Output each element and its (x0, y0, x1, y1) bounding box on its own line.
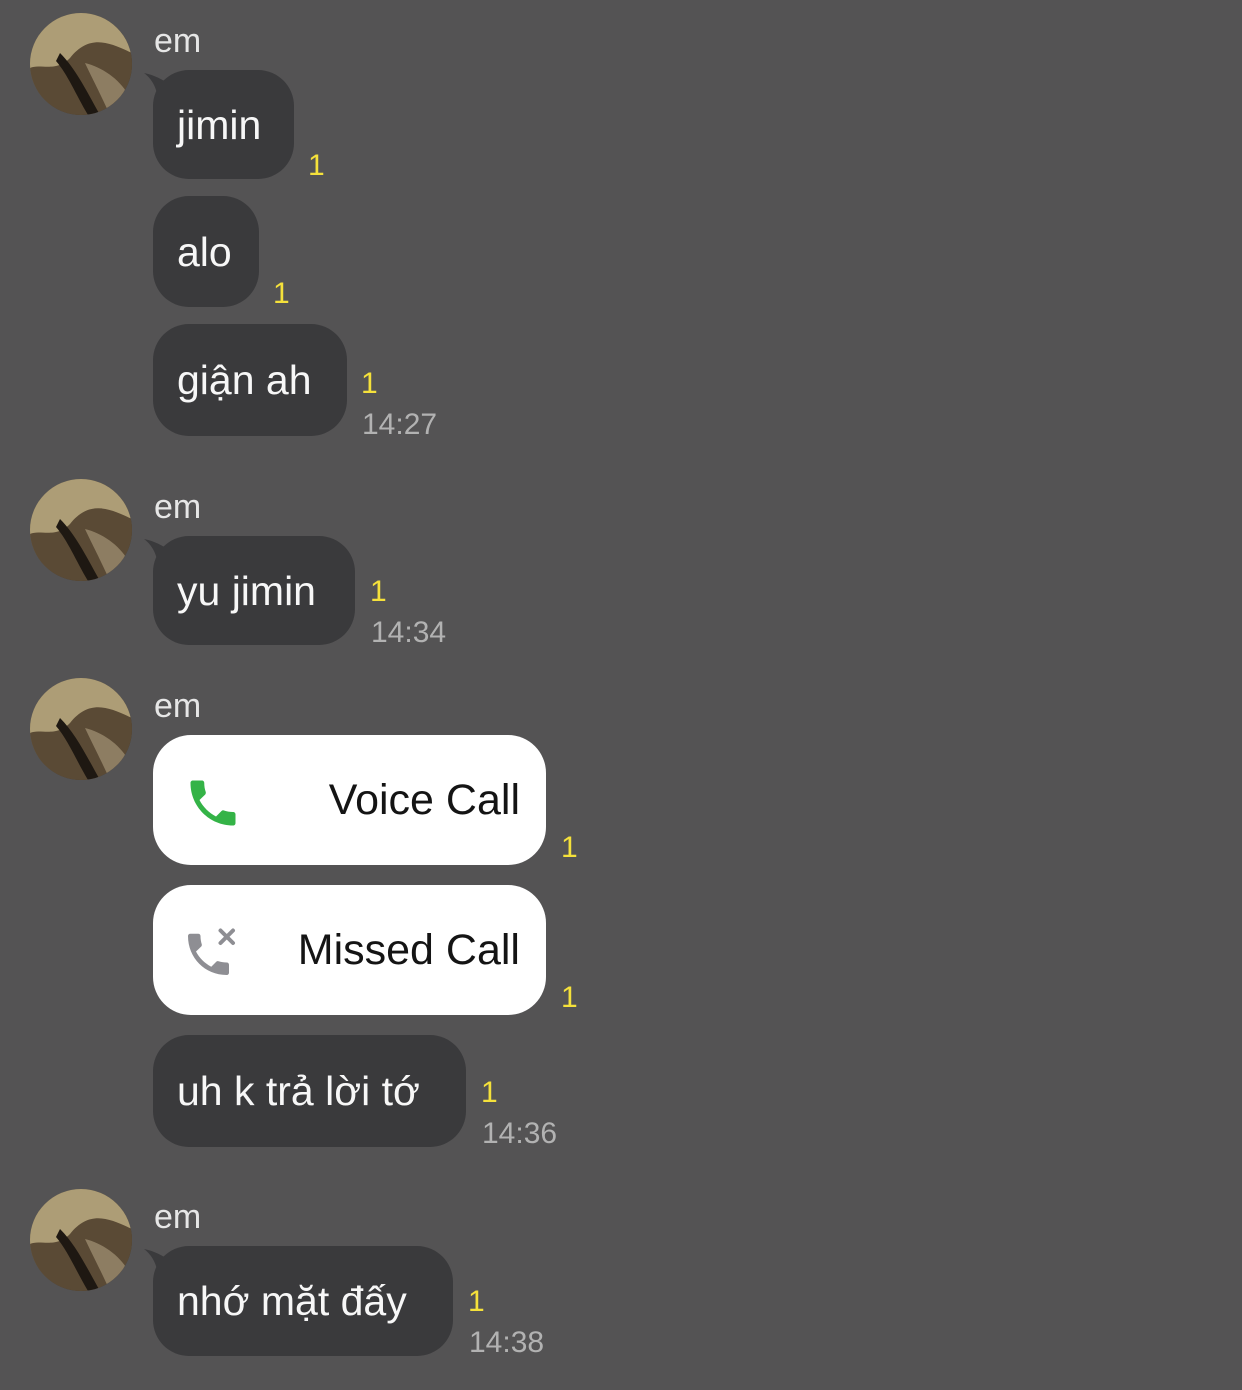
message-text: uh k trả lời tớ (177, 1068, 420, 1114)
unread-count: 1 (370, 575, 387, 608)
message-text: nhớ mặt đấy (177, 1278, 407, 1324)
unread-count: 1 (561, 831, 578, 864)
message-bubble[interactable]: yu jimin (153, 536, 355, 645)
avatar[interactable] (30, 479, 132, 581)
call-label: Voice Call (328, 775, 520, 824)
message-text: jimin (177, 101, 262, 148)
avatar[interactable] (30, 1189, 132, 1291)
call-label: Missed Call (297, 925, 520, 974)
avatar[interactable] (30, 678, 132, 780)
message-bubble[interactable]: nhớ mặt đấy (153, 1246, 453, 1356)
sender-name: em (154, 22, 202, 60)
message-bubble[interactable]: giận ah (153, 324, 347, 436)
message-text: alo (177, 228, 232, 275)
unread-count: 1 (273, 277, 290, 310)
message-bubble[interactable]: uh k trả lời tớ (153, 1035, 466, 1147)
timestamp: 14:27 (362, 408, 438, 441)
unread-count: 1 (361, 367, 378, 400)
timestamp: 14:36 (482, 1117, 558, 1150)
missed-call-icon (188, 928, 235, 975)
unread-count: 1 (308, 149, 325, 182)
message-text: giận ah (177, 357, 312, 403)
timestamp: 14:38 (469, 1326, 545, 1359)
missed-call-card[interactable]: Missed Call (153, 885, 546, 1015)
unread-count: 1 (561, 981, 578, 1014)
chat-log: em jimin 1 alo 1 giận ah 1 14:27 em yu j… (0, 0, 1242, 1390)
sender-name: em (154, 1198, 202, 1236)
message-bubble[interactable]: jimin (153, 70, 294, 179)
unread-count: 1 (468, 1285, 485, 1318)
message-text: yu jimin (177, 567, 316, 614)
sender-name: em (154, 687, 202, 725)
message-bubble[interactable]: alo (153, 196, 259, 307)
unread-count: 1 (481, 1076, 498, 1109)
phone-icon (190, 780, 236, 826)
voice-call-card[interactable]: Voice Call (153, 735, 546, 865)
avatar[interactable] (30, 13, 132, 115)
sender-name: em (154, 488, 202, 526)
timestamp: 14:34 (371, 616, 447, 649)
